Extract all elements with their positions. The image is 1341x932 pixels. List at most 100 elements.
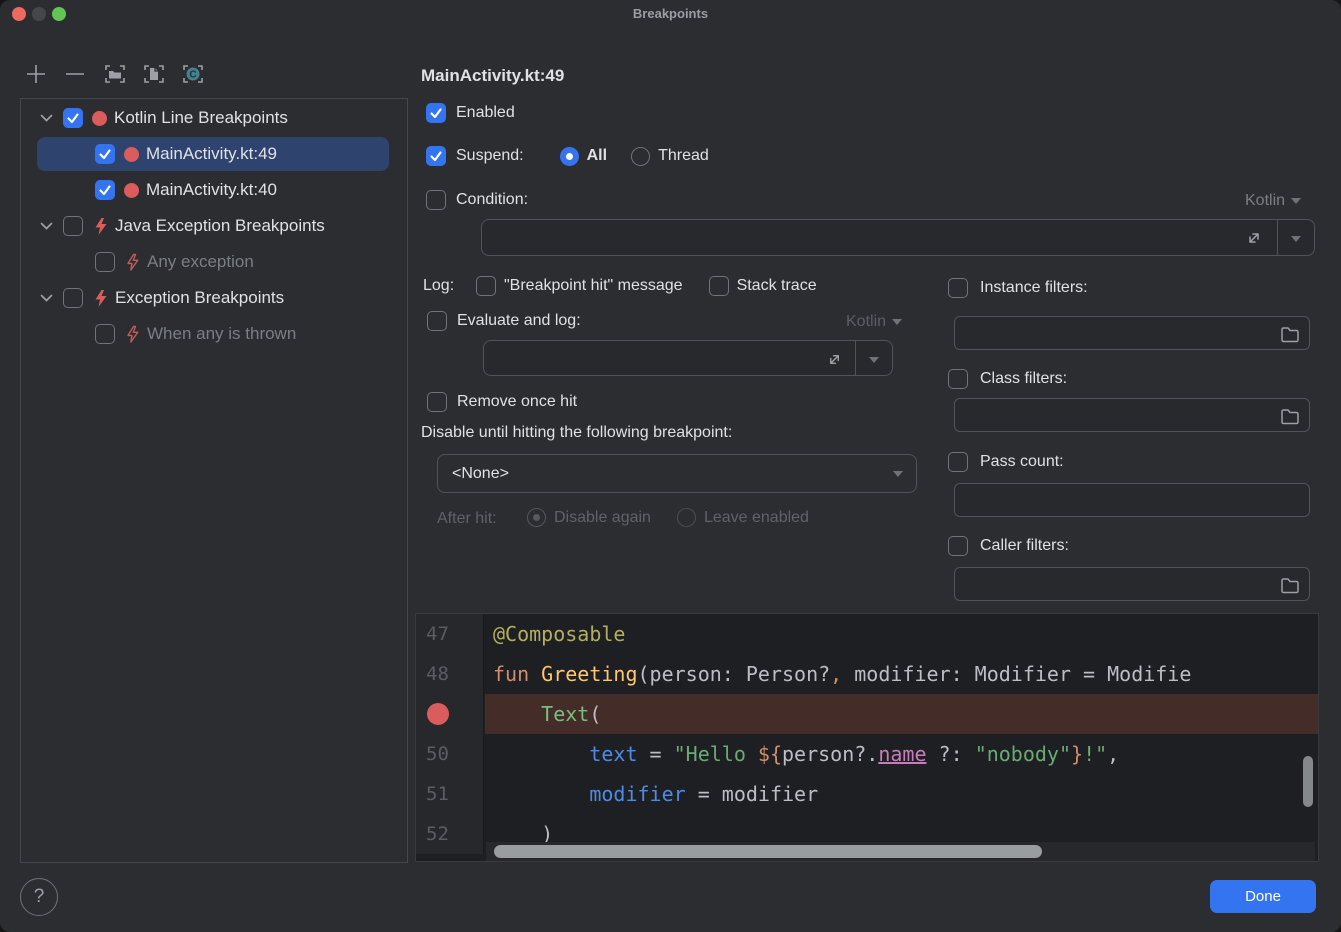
tree-item[interactable]: Java Exception Breakpoints (21, 208, 407, 244)
caller-filters-checkbox[interactable] (948, 536, 968, 556)
instance-filters-browse-button[interactable] (1279, 325, 1301, 343)
vertical-scrollbar-thumb[interactable] (1303, 756, 1313, 807)
log-option[interactable]: "Breakpoint hit" message (476, 276, 683, 296)
tree-item[interactable]: MainActivity.kt:40 (21, 172, 407, 208)
tree-item-checkbox[interactable] (95, 180, 115, 200)
expand-icon (1245, 229, 1263, 247)
evaluate-language-selector[interactable]: Kotlin (846, 313, 902, 331)
tree-item-checkbox[interactable] (95, 144, 115, 164)
help-button[interactable]: ? (20, 878, 58, 916)
tree-item-checkbox[interactable] (63, 108, 83, 128)
tree-item-label: Any exception (147, 252, 254, 272)
breakpoints-tree: Kotlin Line BreakpointsMainActivity.kt:4… (20, 98, 408, 863)
chevron-down-icon (869, 357, 879, 363)
evaluate-expand-button[interactable] (822, 347, 846, 371)
chevron-down-icon (1291, 236, 1301, 242)
instance-filters-input[interactable] (954, 316, 1310, 350)
class-filters-browse-button[interactable] (1279, 407, 1301, 425)
condition-history-dropdown[interactable] (1286, 234, 1306, 244)
chevron-down-icon[interactable] (39, 111, 53, 125)
code-line: 50 text = "Hello ${person?.name ?: "nobo… (416, 734, 1318, 774)
tree-item-selected[interactable]: MainActivity.kt:49 (21, 136, 407, 172)
class-filters-input[interactable] (954, 398, 1310, 432)
code-text: fun Greeting(person: Person?, modifier: … (485, 654, 1318, 694)
breakpoint-title: MainActivity.kt:49 (421, 66, 564, 86)
horizontal-scrollbar-thumb[interactable] (494, 845, 1042, 858)
class-filters-checkbox[interactable] (948, 369, 968, 389)
tree-item[interactable]: When any is thrown (21, 316, 407, 352)
tree-item-checkbox[interactable] (95, 252, 115, 272)
tree-item[interactable]: Exception Breakpoints (21, 280, 407, 316)
code-line: 47@Composable (416, 614, 1318, 654)
caller-filters-browse-button[interactable] (1279, 576, 1301, 594)
expand-icon (826, 351, 843, 368)
exception-bolt-icon (92, 289, 108, 307)
pass-count-input[interactable] (954, 483, 1310, 517)
exception-bolt-outline-icon (124, 325, 140, 343)
folder-icon (1280, 577, 1300, 594)
code-line: 48fun Greeting(person: Person?, modifier… (416, 654, 1318, 694)
group-by-package-button[interactable] (101, 60, 129, 88)
group-by-file-icon (142, 63, 166, 85)
instance-filters-checkbox[interactable] (948, 278, 968, 298)
radio-button[interactable] (560, 147, 579, 166)
tree-item-label: Java Exception Breakpoints (115, 216, 325, 236)
log-option-label: "Breakpoint hit" message (504, 277, 683, 295)
tree-item-checkbox[interactable] (63, 288, 83, 308)
disable-until-label: Disable until hitting the following brea… (421, 424, 732, 442)
radio-button-disabled[interactable] (527, 508, 546, 527)
caller-filters-label: Caller filters: (980, 537, 1069, 555)
suspend-label: Suspend: (456, 147, 524, 165)
condition-checkbox[interactable] (426, 190, 446, 210)
pass-count-checkbox[interactable] (948, 452, 968, 472)
group-by-file-button[interactable] (140, 60, 168, 88)
evaluate-history-dropdown[interactable] (864, 355, 884, 365)
after-hit-options: Disable againLeave enabled (527, 508, 809, 527)
help-icon: ? (34, 886, 45, 908)
folder-icon (1280, 326, 1300, 343)
chevron-down-icon[interactable] (39, 219, 53, 233)
condition-language-selector[interactable]: Kotlin (1245, 192, 1301, 210)
code-preview: 47@Composable48fun Greeting(person: Pers… (415, 613, 1319, 862)
evaluate-and-log-checkbox[interactable] (427, 311, 447, 331)
gutter-cell: 47 (416, 614, 484, 654)
breakpoint-icon (92, 111, 107, 126)
done-button[interactable]: Done (1210, 880, 1316, 913)
remove-once-hit-checkbox[interactable] (427, 392, 447, 412)
log-option-checkbox[interactable] (709, 276, 729, 296)
log-option-checkbox[interactable] (476, 276, 496, 296)
code-line: 51 modifier = modifier (416, 774, 1318, 814)
tree-item-checkbox[interactable] (95, 324, 115, 344)
evaluate-input[interactable] (483, 340, 893, 376)
breakpoint-icon (124, 147, 139, 162)
remove-once-hit-label: Remove once hit (457, 393, 577, 411)
gutter-cell: 50 (416, 734, 484, 774)
after-hit-option-label: Leave enabled (704, 509, 809, 527)
caller-filters-input[interactable] (954, 567, 1310, 601)
tree-item[interactable]: Kotlin Line Breakpoints (21, 100, 407, 136)
suspend-option-thread[interactable]: Thread (631, 147, 709, 166)
chevron-down-icon[interactable] (39, 291, 53, 305)
tree-item[interactable]: Any exception (21, 244, 407, 280)
condition-input[interactable] (481, 219, 1315, 256)
add-breakpoint-button[interactable] (22, 60, 50, 88)
condition-expand-button[interactable] (1242, 226, 1266, 250)
log-option[interactable]: Stack trace (709, 276, 817, 296)
group-by-package-icon (103, 63, 127, 85)
disable-until-combobox[interactable]: <None> (437, 454, 917, 493)
group-by-class-button[interactable]: C (179, 60, 207, 88)
breakpoint-icon (124, 183, 139, 198)
suspend-checkbox[interactable] (426, 146, 446, 166)
window-title: Breakpoints (0, 0, 1341, 28)
suspend-option-all[interactable]: All (560, 147, 607, 166)
gutter-cell: 48 (416, 654, 484, 694)
enabled-checkbox[interactable] (426, 103, 446, 123)
suspend-option-label: All (587, 147, 607, 165)
gutter-cell (416, 694, 484, 734)
radio-button[interactable] (631, 147, 650, 166)
radio-button-disabled[interactable] (677, 508, 696, 527)
tree-item-checkbox[interactable] (63, 216, 83, 236)
breakpoint-gutter-icon[interactable] (427, 703, 449, 725)
code-text: Text( (485, 694, 1318, 734)
remove-breakpoint-button[interactable] (61, 60, 89, 88)
